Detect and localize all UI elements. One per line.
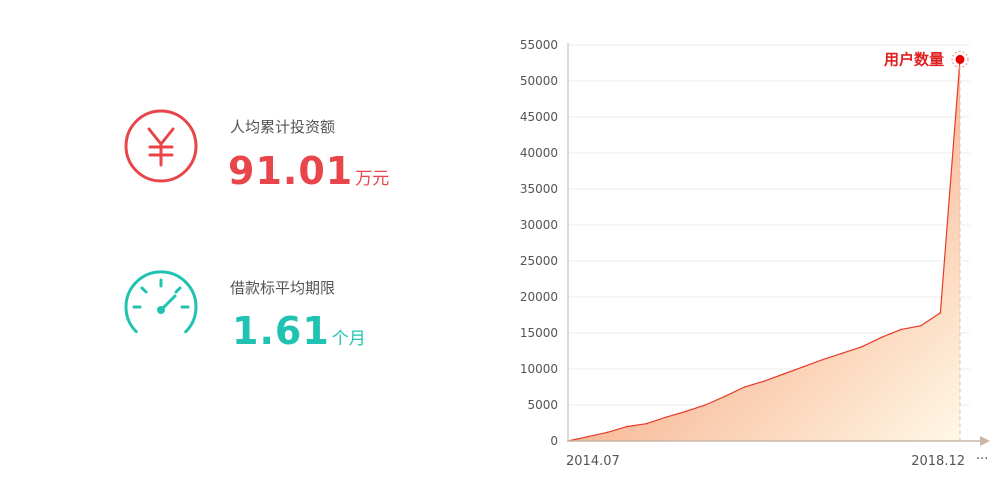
data-point [841, 352, 844, 354]
data-point [920, 325, 922, 327]
series-label: 用户数量 [884, 50, 944, 68]
y-tick-label: 10000 [520, 362, 558, 376]
data-point [802, 366, 804, 368]
data-point [684, 410, 687, 413]
data-point [880, 336, 883, 339]
user-count-area-chart: 0 5000 10000 15000 20000 25000 30000 35000 40000… [520, 38, 990, 469]
y-tick-label: 45000 [520, 110, 558, 124]
data-point [822, 358, 824, 361]
data-point [665, 416, 667, 419]
data-point [900, 328, 902, 331]
end-marker [955, 54, 965, 64]
data-point [763, 380, 765, 383]
data-point [939, 312, 942, 314]
data-point [586, 435, 589, 438]
y-tick-label: 35000 [520, 182, 558, 196]
x-tick-label-start: 2014.07 [566, 454, 620, 469]
data-point [782, 373, 785, 375]
y-tick-label: 50000 [520, 74, 558, 88]
y-tick-label: 15000 [520, 326, 558, 340]
y-tick-label: 30000 [520, 218, 558, 232]
x-axis-arrow-icon [980, 436, 990, 446]
data-point [724, 395, 726, 398]
data-point [704, 404, 706, 406]
y-tick-label: 40000 [520, 146, 558, 160]
y-tick-label: 20000 [520, 290, 558, 304]
data-point [626, 425, 628, 428]
y-tick-label: 55000 [520, 38, 558, 52]
data-point [645, 422, 648, 425]
data-point [743, 386, 746, 388]
data-point [606, 431, 608, 434]
data-point [861, 345, 863, 348]
y-tick-label: 25000 [520, 254, 558, 268]
x-more-label: ··· [976, 452, 988, 467]
y-tick-label: 0 [550, 434, 558, 448]
x-tick-label-end: 2018.12 [911, 454, 965, 469]
y-tick-label: 5000 [527, 398, 558, 412]
